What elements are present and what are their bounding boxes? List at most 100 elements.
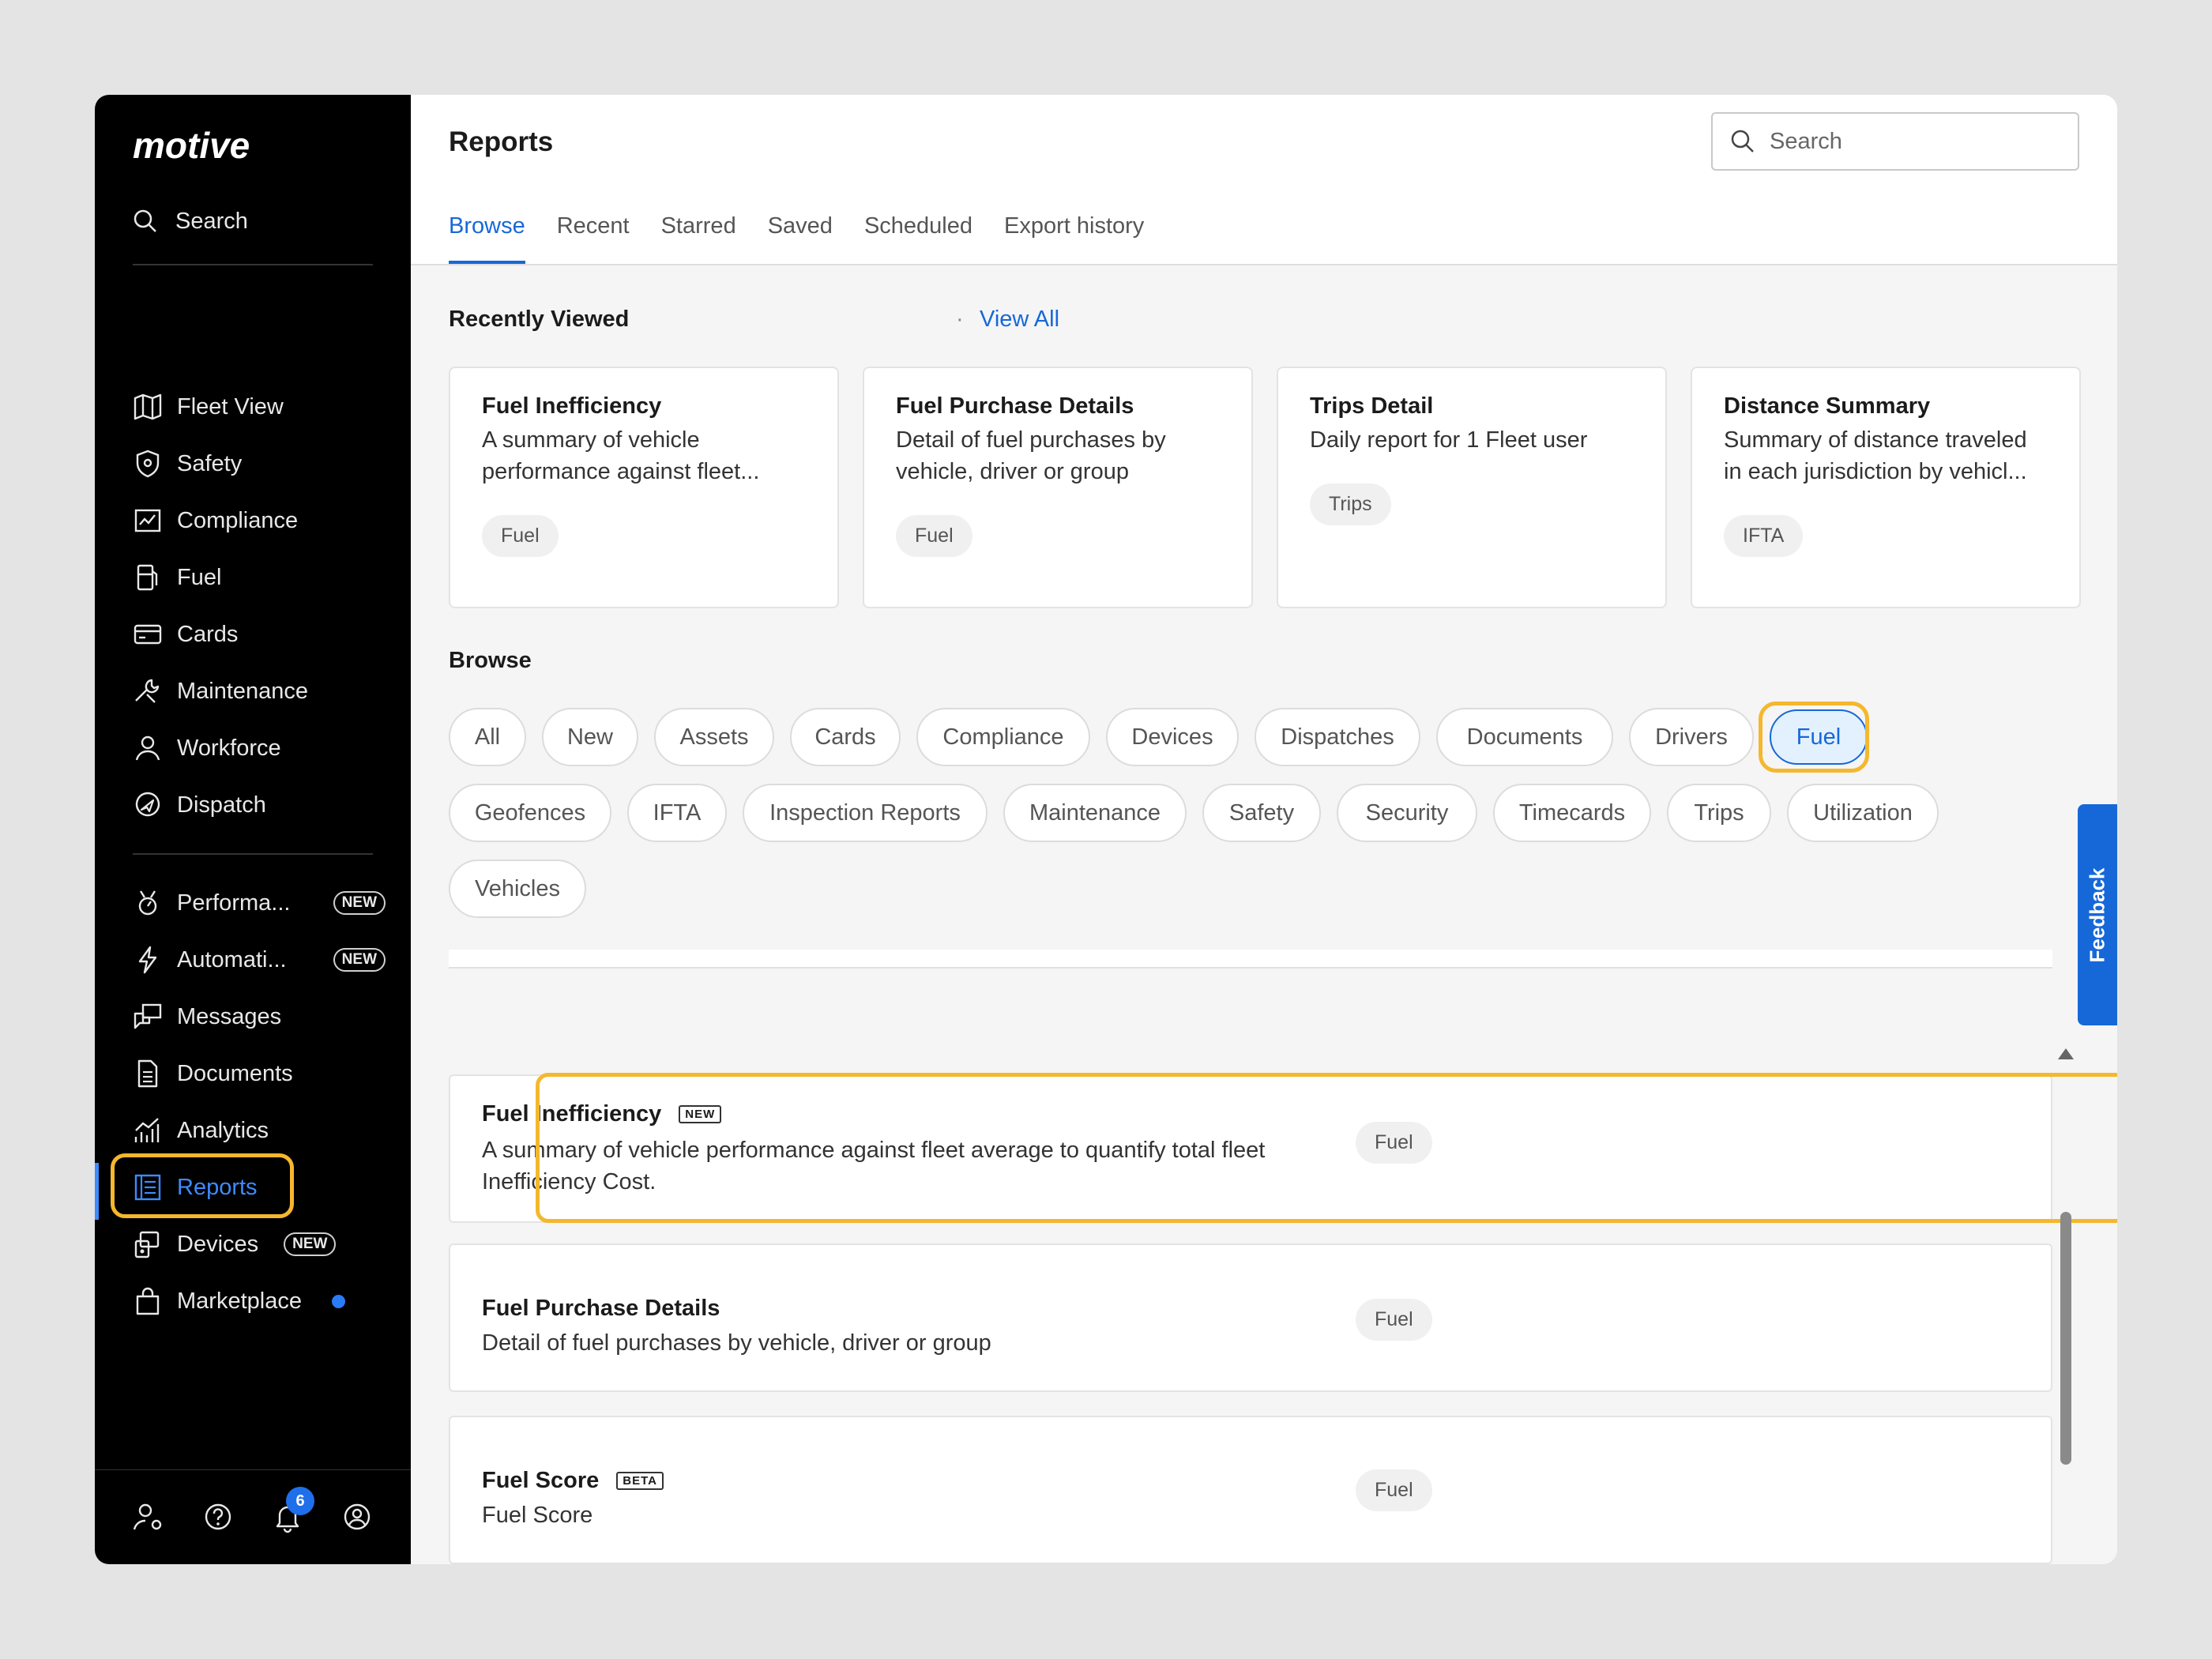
card-description: Detail of fuel purchases by	[896, 427, 1166, 453]
scrollbar-thumb[interactable]	[2060, 1212, 2071, 1465]
chip-safety[interactable]: Safety	[1202, 784, 1321, 842]
search-icon	[134, 209, 156, 232]
recent-card[interactable]: Fuel Purchase Details Detail of fuel pur…	[863, 367, 1253, 608]
credit-card-icon	[134, 624, 162, 645]
card-title: Fuel Purchase Details	[896, 393, 1134, 419]
chip-geofences[interactable]: Geofences	[449, 784, 611, 842]
card-description: A summary of vehicle	[482, 427, 700, 453]
beta-tag: BETA	[616, 1472, 664, 1490]
card-title: Fuel Inefficiency	[482, 393, 662, 419]
sidebar-item-cards[interactable]: Cards	[133, 611, 386, 657]
sidebar-item-fleet-view[interactable]: Fleet View	[133, 384, 386, 430]
chip-all[interactable]: All	[449, 708, 526, 766]
sidebar-item-messages[interactable]: Messages	[133, 994, 386, 1040]
sidebar-item-marketplace[interactable]: Marketplace	[133, 1278, 386, 1324]
chip-utilization[interactable]: Utilization	[1787, 784, 1939, 842]
scroll-up-arrow-icon[interactable]	[2057, 1048, 2075, 1060]
user-settings-icon[interactable]	[131, 1499, 166, 1534]
chip-security[interactable]: Security	[1337, 784, 1477, 842]
sidebar-item-analytics[interactable]: Analytics	[133, 1108, 386, 1153]
svg-text:motive: motive	[133, 125, 250, 166]
messages-icon	[134, 1003, 162, 1029]
report-title: Fuel Score	[482, 1468, 600, 1493]
document-icon	[137, 1059, 158, 1088]
report-description: Detail of fuel purchases by vehicle, dri…	[482, 1330, 991, 1356]
chip-devices[interactable]: Devices	[1106, 708, 1239, 766]
lightning-icon	[138, 946, 157, 974]
chip-cards[interactable]: Cards	[790, 708, 901, 766]
category-tag: Fuel	[1356, 1469, 1432, 1511]
feedback-button[interactable]: Feedback	[2078, 804, 2117, 1025]
recent-card[interactable]: Fuel Inefficiency A summary of vehicle p…	[449, 367, 839, 608]
sidebar-item-maintenance[interactable]: Maintenance	[133, 668, 386, 714]
dispatch-icon	[135, 792, 160, 817]
chip-timecards[interactable]: Timecards	[1493, 784, 1651, 842]
recent-card[interactable]: Distance Summary Summary of distance tra…	[1691, 367, 2081, 608]
sidebar-item-documents[interactable]: Documents	[133, 1051, 386, 1097]
highlight-reports	[111, 1153, 294, 1218]
sidebar-search-label: Search	[175, 208, 248, 234]
motive-logo[interactable]: motive	[131, 122, 267, 169]
sidebar-item-dispatch[interactable]: Dispatch	[133, 782, 386, 828]
shopping-bag-icon	[136, 1287, 160, 1315]
sidebar-item-compliance[interactable]: Compliance	[133, 498, 386, 544]
fuel-pump-icon	[137, 564, 158, 591]
category-tag: Trips	[1310, 483, 1391, 525]
chip-dispatches[interactable]: Dispatches	[1255, 708, 1420, 766]
list-divider	[449, 950, 2052, 969]
sidebar-search[interactable]: Search	[133, 198, 248, 245]
main-content: Recently Viewed · View All Fuel Ineffici…	[411, 95, 2117, 1564]
highlight-report-row	[536, 1073, 2117, 1223]
chip-trips[interactable]: Trips	[1667, 784, 1771, 842]
app-window: motive Search Fleet View Safety Complian…	[95, 95, 2117, 1564]
card-description: vehicle, driver or group	[896, 459, 1129, 484]
browse-title: Browse	[449, 648, 532, 673]
person-icon	[135, 735, 160, 761]
chip-inspection-reports[interactable]: Inspection Reports	[743, 784, 988, 842]
sidebar-item-performance[interactable]: Performa... NEW	[133, 880, 386, 926]
chip-documents[interactable]: Documents	[1436, 708, 1613, 766]
card-description: performance against fleet...	[482, 459, 760, 484]
new-badge: NEW	[333, 948, 386, 972]
active-indicator	[95, 1163, 99, 1220]
card-title: Distance Summary	[1724, 393, 1931, 419]
devices-icon	[134, 1231, 160, 1258]
report-row[interactable]: Fuel Purchase Details Detail of fuel pur…	[449, 1243, 2052, 1392]
chip-ifta[interactable]: IFTA	[627, 784, 727, 842]
recent-card[interactable]: Trips Detail Daily report for 1 Fleet us…	[1277, 367, 1667, 608]
category-tag: Fuel	[896, 515, 972, 557]
chip-assets[interactable]: Assets	[654, 708, 774, 766]
view-all-link[interactable]: View All	[980, 307, 1059, 333]
card-description: in each jurisdiction by vehicl...	[1724, 459, 2027, 484]
report-title: Fuel Purchase Details	[482, 1296, 720, 1321]
new-badge: NEW	[284, 1232, 337, 1256]
sidebar-item-fuel[interactable]: Fuel	[133, 555, 386, 600]
chip-drivers[interactable]: Drivers	[1629, 708, 1754, 766]
sidebar-item-devices[interactable]: Devices NEW	[133, 1221, 386, 1267]
map-icon	[134, 393, 162, 420]
help-icon[interactable]	[201, 1499, 235, 1534]
card-description: Daily report for 1 Fleet user	[1310, 427, 1588, 453]
sidebar-item-workforce[interactable]: Workforce	[133, 725, 386, 771]
category-tag: IFTA	[1724, 515, 1804, 557]
separator-dot: ·	[956, 307, 964, 332]
chip-maintenance[interactable]: Maintenance	[1003, 784, 1187, 842]
performance-icon	[138, 890, 157, 916]
analytics-icon	[134, 1118, 160, 1142]
category-tag: Fuel	[1356, 1299, 1432, 1341]
chip-new[interactable]: New	[542, 708, 638, 766]
chip-compliance[interactable]: Compliance	[916, 708, 1090, 766]
compliance-icon	[134, 509, 161, 532]
report-row[interactable]: Fuel Score BETA Fuel Score Fuel	[449, 1416, 2052, 1564]
account-icon[interactable]	[340, 1499, 374, 1534]
sidebar-item-safety[interactable]: Safety	[133, 441, 386, 487]
card-description: Summary of distance traveled	[1724, 427, 2027, 453]
shield-icon	[136, 450, 160, 478]
divider	[133, 853, 373, 855]
chip-vehicles[interactable]: Vehicles	[449, 860, 586, 918]
new-badge: NEW	[333, 891, 386, 915]
sidebar-item-automations[interactable]: Automati... NEW	[133, 937, 386, 983]
card-title: Trips Detail	[1310, 393, 1434, 419]
category-tag: Fuel	[482, 515, 559, 557]
highlight-fuel-chip	[1759, 702, 1869, 773]
